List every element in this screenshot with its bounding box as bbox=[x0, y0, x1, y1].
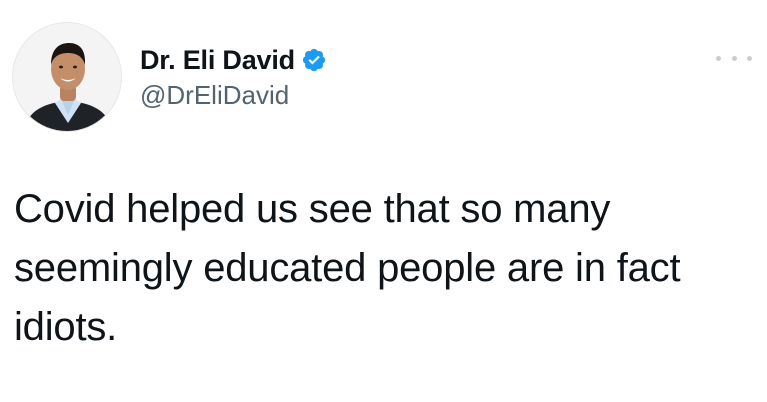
more-dot-icon bbox=[747, 55, 752, 61]
more-options-icon[interactable] bbox=[716, 48, 752, 68]
avatar[interactable] bbox=[12, 22, 122, 132]
tweet-card: Dr. Eli David @DrEliDavid Covid helped u… bbox=[0, 0, 767, 402]
author-display-name[interactable]: Dr. Eli David bbox=[140, 46, 295, 74]
profile-photo-icon bbox=[13, 23, 121, 131]
tweet-text: Covid helped us see that so many seeming… bbox=[14, 187, 681, 349]
more-dot-icon bbox=[716, 55, 721, 61]
verified-badge-icon bbox=[301, 47, 327, 73]
author-handle[interactable]: @DrEliDavid bbox=[140, 82, 289, 108]
author-name-row: Dr. Eli David bbox=[140, 40, 327, 80]
more-dot-icon bbox=[731, 55, 737, 61]
